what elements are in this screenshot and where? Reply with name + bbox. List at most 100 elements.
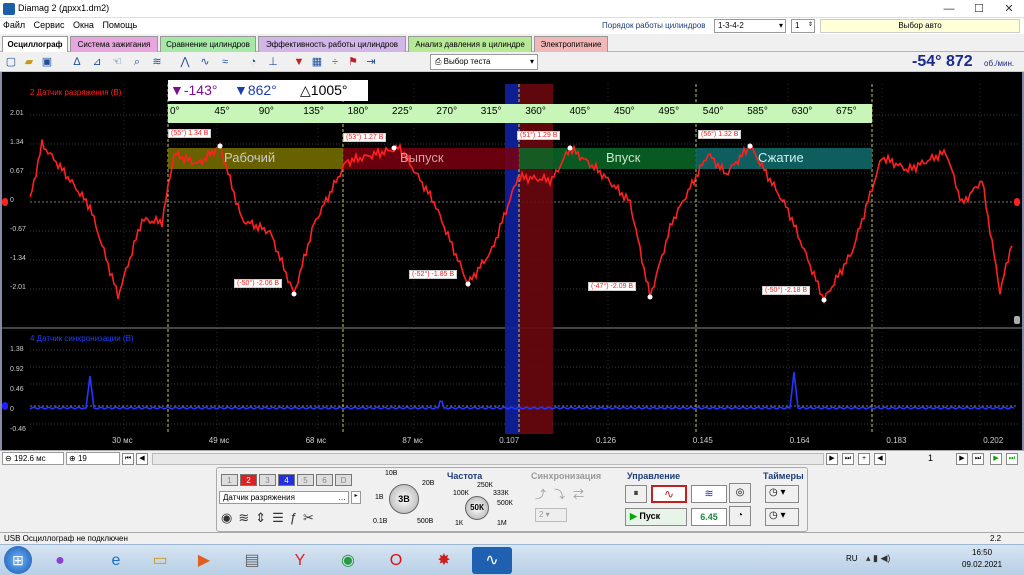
document-icon[interactable]: ▤ (232, 547, 272, 574)
funnel-icon[interactable]: ▼ (292, 55, 306, 69)
firing-order-select[interactable]: 1-3-4-2 ▾ (714, 19, 786, 33)
ch2-right-handle[interactable] (1014, 198, 1020, 206)
cursor-icon[interactable]: ⊿ (90, 55, 104, 69)
sync-fall-icon[interactable]: ⤵ (554, 489, 573, 501)
auto-button[interactable]: ◎ (729, 483, 751, 503)
ch4-tick-label: 0.92 (10, 366, 24, 373)
channel-3-button[interactable]: 3 (259, 474, 276, 486)
timebase-select[interactable]: ⊖ 192.6 мс (2, 452, 64, 465)
export-icon[interactable]: ⇥ (364, 55, 378, 69)
single-sweep-button[interactable]: ∿ (651, 485, 687, 503)
auto-mode-button[interactable]: ◔ (729, 506, 751, 526)
explorer-icon[interactable]: ▭ (140, 547, 180, 574)
channel-D-button[interactable]: D (335, 474, 352, 486)
new-file-icon[interactable]: ▢ (4, 55, 18, 69)
tab-cylinder-compare[interactable]: Сравнение цилиндров (160, 36, 256, 52)
timer-2-button[interactable]: ◷ ▾ (765, 508, 799, 526)
cylinder-spinner[interactable]: 1 ⇕ (791, 19, 815, 33)
sync-rise-icon[interactable]: ⤴ (535, 489, 554, 501)
minimize-button[interactable]: — (934, 0, 964, 18)
oscilloscope-view[interactable]: ▼-143° ▼862° △1005° 0° 45° 90° 135° 180° 225°… (0, 72, 1024, 450)
menu-service[interactable]: Сервис (31, 18, 68, 30)
close-button[interactable]: ✕ (994, 0, 1024, 18)
fx-icon[interactable]: ƒ (290, 510, 303, 525)
freq-500k: 500К (497, 500, 513, 507)
tray-icons[interactable]: ▴ ▮ ◀) (866, 553, 890, 564)
measure-icon[interactable]: ∆ (70, 55, 84, 69)
yandex-icon[interactable]: Y (280, 547, 320, 574)
frequency-knob[interactable]: 50К (465, 496, 489, 520)
last-page-button[interactable]: ⏭ (842, 453, 854, 465)
game-icon[interactable]: ✸ (424, 547, 464, 574)
forward-button[interactable]: ▶ (956, 453, 968, 465)
vmt-icon[interactable]: ◔ (246, 55, 260, 69)
signal-icon[interactable]: ≋ (150, 55, 164, 69)
next-page-button[interactable]: ▶ (826, 453, 838, 465)
menu-help[interactable]: Помощь (99, 18, 140, 30)
degree-tick: 360° (525, 106, 546, 117)
chrome-icon[interactable]: ◉ (328, 547, 368, 574)
tools-icon[interactable]: ✂ (303, 510, 320, 525)
media-player-icon[interactable]: ▶ (184, 547, 224, 574)
horizontal-scrollbar[interactable] (152, 453, 824, 465)
channel-4-button[interactable]: 4 (278, 474, 295, 486)
tab-power-supply[interactable]: Электропитание (534, 36, 608, 52)
sensor-select[interactable]: Датчик разряжения… (219, 491, 349, 504)
eye-icon[interactable]: ◉ (221, 510, 238, 525)
pause-button[interactable]: ⏸ (625, 485, 647, 503)
count-select[interactable]: ⊕ 19 (66, 452, 120, 465)
end-button[interactable]: ⏭ (972, 453, 984, 465)
degree-tick: 585° (747, 106, 768, 117)
sensor-edit-button[interactable]: ▸ (351, 491, 361, 504)
ch2-offset-handle[interactable] (2, 198, 8, 206)
sync-channel-select[interactable]: 2 ▾ (535, 508, 567, 522)
invert-icon[interactable]: ⇕ (255, 510, 272, 525)
play-button[interactable]: ▶ (990, 453, 1002, 465)
wave-icon[interactable]: ≋ (238, 510, 255, 525)
play-end-button[interactable]: ⏭ (1006, 453, 1018, 465)
auto-select-button[interactable]: Выбор авто (820, 19, 1020, 33)
filter-icon[interactable]: ≈ (218, 55, 232, 69)
timer-1-button[interactable]: ◷ ▾ (765, 485, 799, 503)
lines-icon[interactable]: ☰ (272, 510, 290, 525)
channel-5-button[interactable]: 5 (297, 474, 314, 486)
save-icon[interactable]: ▣ (40, 55, 54, 69)
start-button[interactable]: ▶ Пуск (625, 508, 687, 526)
ch4-offset-handle[interactable] (2, 402, 8, 410)
pulse-icon[interactable]: ⋀ (178, 55, 192, 69)
first-page-button[interactable]: ⏮ (122, 453, 134, 465)
alice-icon[interactable]: ● (40, 547, 80, 574)
ie-icon[interactable]: e (96, 547, 136, 574)
zoom-icon[interactable]: ⌕ (130, 55, 144, 69)
wave-icon[interactable]: ∿ (198, 55, 212, 69)
back-button[interactable]: ◀ (874, 453, 886, 465)
maximize-button[interactable]: ☐ (964, 0, 994, 18)
prev-page-button[interactable]: ◀ (136, 453, 148, 465)
tab-ignition[interactable]: Система зажигания (70, 36, 158, 52)
menu-file[interactable]: Файл (0, 18, 28, 30)
hand-icon[interactable]: ☜ (110, 55, 124, 69)
cursor-b-value: 862° (247, 82, 277, 98)
marker-icon[interactable]: ⊥ (266, 55, 280, 69)
tab-oscilloscope[interactable]: Осциллограф (2, 36, 68, 52)
range-knob[interactable]: 3В (389, 484, 419, 514)
continuous-sweep-button[interactable]: ≋ (691, 485, 727, 503)
add-page-button[interactable]: + (858, 453, 870, 465)
channel-6-button[interactable]: 6 (316, 474, 333, 486)
open-folder-icon[interactable]: ▰ (22, 55, 36, 69)
start-orb[interactable]: ⊞ (4, 546, 32, 574)
splitter-handle[interactable] (1014, 316, 1020, 324)
opera-icon[interactable]: O (376, 547, 416, 574)
tab-cylinder-efficiency[interactable]: Эффективность работы цилиндров (258, 36, 406, 52)
flag-icon[interactable]: ⚑ (346, 55, 360, 69)
diamag-icon[interactable]: ∿ (472, 547, 512, 574)
channel-2-button[interactable]: 2 (240, 474, 257, 486)
language-indicator[interactable]: RU (846, 554, 858, 563)
test-select[interactable]: ⎙ Выбор теста ▾ (430, 54, 538, 70)
sync-both-icon[interactable]: ⇄ (573, 489, 592, 501)
divide-icon[interactable]: ÷ (328, 55, 342, 69)
menu-windows[interactable]: Окна (70, 18, 97, 30)
table-icon[interactable]: ▦ (310, 55, 324, 69)
channel-1-button[interactable]: 1 (221, 474, 238, 486)
tab-pressure-analysis[interactable]: Анализ давления в цилиндре (408, 36, 532, 52)
